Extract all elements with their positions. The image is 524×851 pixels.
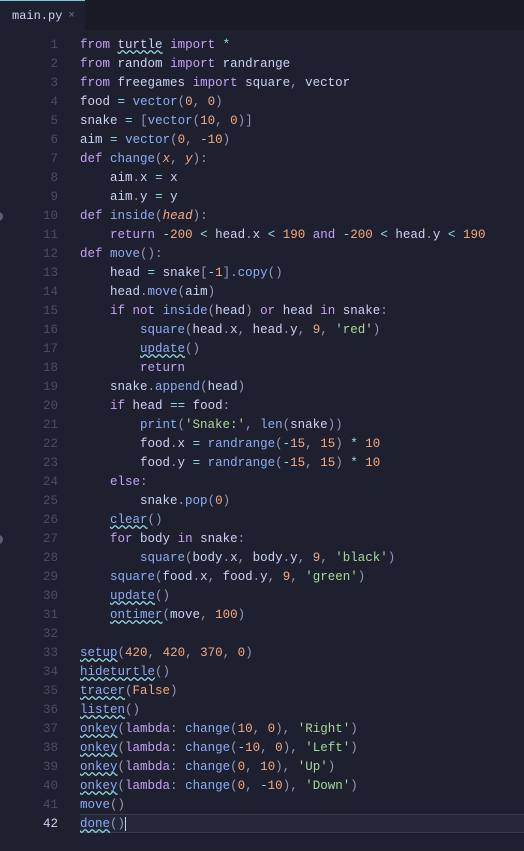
line-number: 23 (0, 454, 58, 473)
code-line[interactable]: aim.x = x (80, 169, 524, 188)
code-line[interactable]: update() (80, 587, 524, 606)
tab-main-py[interactable]: main.py × (0, 0, 85, 30)
code-line[interactable]: setup(420, 420, 370, 0) (80, 644, 524, 663)
line-number: 12 (0, 245, 58, 264)
line-number: 39 (0, 758, 58, 777)
code-line[interactable]: from turtle import * (80, 36, 524, 55)
line-number: 35 (0, 682, 58, 701)
line-number: 13 (0, 264, 58, 283)
code-line[interactable]: food.y = randrange(-15, 15) * 10 (80, 454, 524, 473)
line-number: 28 (0, 549, 58, 568)
line-number: 26 (0, 511, 58, 530)
code-line[interactable] (80, 625, 524, 644)
line-number: 20 (0, 397, 58, 416)
line-number: 17 (0, 340, 58, 359)
line-number: 19 (0, 378, 58, 397)
line-number: 25 (0, 492, 58, 511)
code-line[interactable]: done() (80, 814, 524, 833)
code-line[interactable]: for body in snake: (80, 530, 524, 549)
tab-bar: main.py × (0, 0, 524, 30)
line-number: 30 (0, 587, 58, 606)
code-line[interactable]: if not inside(head) or head in snake: (80, 302, 524, 321)
line-number: 18 (0, 359, 58, 378)
code-line[interactable]: snake = [vector(10, 0)] (80, 112, 524, 131)
line-number: 2 (0, 55, 58, 74)
tab-title: main.py (12, 9, 62, 23)
code-line[interactable]: clear() (80, 511, 524, 530)
line-number: 38 (0, 739, 58, 758)
line-number: 8 (0, 169, 58, 188)
line-number: 32 (0, 625, 58, 644)
line-number: 37 (0, 720, 58, 739)
code-line[interactable]: square(head.x, head.y, 9, 'red') (80, 321, 524, 340)
line-number: 21 (0, 416, 58, 435)
line-number: 36 (0, 701, 58, 720)
line-number: 22 (0, 435, 58, 454)
code-line[interactable]: snake.pop(0) (80, 492, 524, 511)
line-number: 16 (0, 321, 58, 340)
code-line[interactable]: ontimer(move, 100) (80, 606, 524, 625)
code-line[interactable]: return (80, 359, 524, 378)
code-line[interactable]: food = vector(0, 0) (80, 93, 524, 112)
line-number: 10 (0, 207, 58, 226)
line-number: 6 (0, 131, 58, 150)
line-number: 5 (0, 112, 58, 131)
code-line[interactable]: square(food.x, food.y, 9, 'green') (80, 568, 524, 587)
line-number: 41 (0, 796, 58, 815)
code-line[interactable]: if head == food: (80, 397, 524, 416)
line-number: 34 (0, 663, 58, 682)
line-number: 9 (0, 188, 58, 207)
close-icon[interactable]: × (68, 10, 75, 22)
code-line[interactable]: head = snake[-1].copy() (80, 264, 524, 283)
code-line[interactable]: snake.append(head) (80, 378, 524, 397)
code-line[interactable]: else: (80, 473, 524, 492)
code-line[interactable]: food.x = randrange(-15, 15) * 10 (80, 435, 524, 454)
line-number: 42 (0, 815, 58, 834)
line-number: 3 (0, 74, 58, 93)
code-line[interactable]: aim.y = y (80, 188, 524, 207)
code-line[interactable]: print('Snake:', len(snake)) (80, 416, 524, 435)
code-line[interactable]: onkey(lambda: change(10, 0), 'Right') (80, 720, 524, 739)
line-number: 4 (0, 93, 58, 112)
code-line[interactable]: from freegames import square, vector (80, 74, 524, 93)
code-line[interactable]: def move(): (80, 245, 524, 264)
line-number: 7 (0, 150, 58, 169)
line-number: 31 (0, 606, 58, 625)
code-area[interactable]: from turtle import *from random import r… (72, 30, 524, 851)
code-line[interactable]: def inside(head): (80, 207, 524, 226)
line-number: 29 (0, 568, 58, 587)
code-line[interactable]: listen() (80, 701, 524, 720)
line-number: 40 (0, 777, 58, 796)
code-line[interactable]: aim = vector(0, -10) (80, 131, 524, 150)
code-line[interactable]: hideturtle() (80, 663, 524, 682)
line-number: 14 (0, 283, 58, 302)
editor[interactable]: 1234567891011121314151617181920212223242… (0, 30, 524, 851)
code-line[interactable]: update() (80, 340, 524, 359)
line-gutter: 1234567891011121314151617181920212223242… (0, 30, 72, 851)
line-number: 33 (0, 644, 58, 663)
line-number: 15 (0, 302, 58, 321)
breakpoint-icon[interactable] (0, 535, 3, 544)
line-number: 1 (0, 36, 58, 55)
code-line[interactable]: def change(x, y): (80, 150, 524, 169)
line-number: 27 (0, 530, 58, 549)
code-line[interactable]: move() (80, 796, 524, 815)
code-line[interactable]: return -200 < head.x < 190 and -200 < he… (80, 226, 524, 245)
code-line[interactable]: onkey(lambda: change(-10, 0), 'Left') (80, 739, 524, 758)
code-line[interactable]: onkey(lambda: change(0, -10), 'Down') (80, 777, 524, 796)
code-line[interactable]: head.move(aim) (80, 283, 524, 302)
code-line[interactable]: onkey(lambda: change(0, 10), 'Up') (80, 758, 524, 777)
code-line[interactable]: from random import randrange (80, 55, 524, 74)
line-number: 11 (0, 226, 58, 245)
line-number: 24 (0, 473, 58, 492)
code-line[interactable]: square(body.x, body.y, 9, 'black') (80, 549, 524, 568)
code-line[interactable]: tracer(False) (80, 682, 524, 701)
breakpoint-icon[interactable] (0, 212, 3, 221)
